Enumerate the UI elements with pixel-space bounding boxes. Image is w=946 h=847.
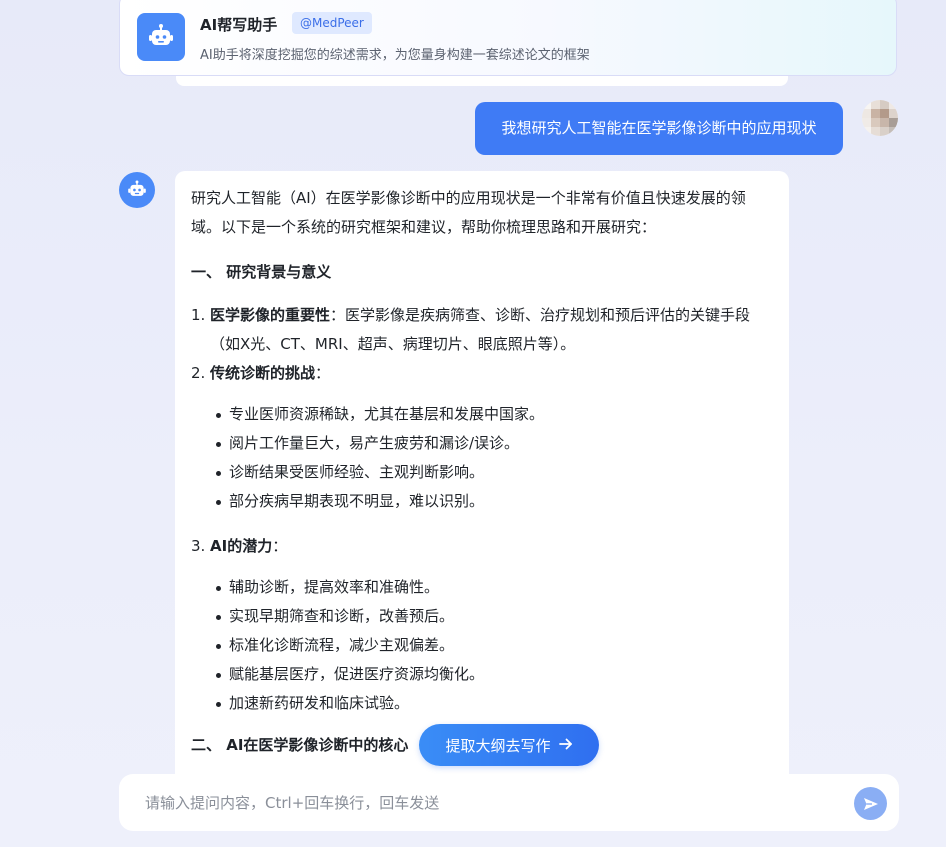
extract-outline-button[interactable]: 提取大纲去写作	[419, 724, 599, 766]
chat-input-bar	[119, 774, 899, 831]
item-title: 医学影像的重要性	[210, 306, 331, 324]
list-item: 标准化诊断流程，减少主观偏差。	[191, 631, 773, 660]
chat-page: AI帮写助手 @MedPeer AI助手将深度挖掘您的综述需求，为您量身构建一套…	[0, 0, 946, 847]
assistant-info-card: AI帮写助手 @MedPeer AI助手将深度挖掘您的综述需求，为您量身构建一套…	[119, 0, 897, 76]
bullet-list-potential: 辅助诊断，提高效率和准确性。 实现早期筛查和诊断，改善预后。 标准化诊断流程，减…	[191, 573, 773, 718]
list-item: 专业医师资源稀缺，尤其在基层和发展中国家。	[191, 400, 773, 429]
send-button[interactable]	[854, 787, 887, 820]
list-item: 实现早期筛查和诊断，改善预后。	[191, 602, 773, 631]
list-item: 阅片工作量巨大，易产生疲劳和漏诊/误诊。	[191, 429, 773, 458]
list-item: 辅助诊断，提高效率和准确性。	[191, 573, 773, 602]
item-number: 2.	[191, 364, 206, 382]
chat-input[interactable]	[143, 788, 827, 818]
item-text: ：	[272, 537, 288, 555]
numbered-item-2: 2. 传统诊断的挑战：	[191, 359, 773, 388]
bot-answer-card: 研究人工智能（AI）在医学影像诊断中的应用现状是一个非常有价值且快速发展的领域。…	[175, 171, 789, 811]
outline-button-label: 提取大纲去写作	[445, 736, 551, 755]
bot-avatar-icon	[119, 172, 155, 208]
arrow-right-icon	[558, 737, 573, 754]
section-heading-background: 一、 研究背景与意义	[191, 263, 332, 281]
numbered-item-3: 3. AI的潜力：	[191, 532, 773, 561]
bullet-list-challenges: 专业医师资源稀缺，尤其在基层和发展中国家。 阅片工作量巨大，易产生疲劳和漏诊/误…	[191, 400, 773, 516]
item-number: 1.	[191, 306, 206, 324]
user-avatar[interactable]	[862, 100, 898, 136]
send-icon	[863, 797, 878, 810]
answer-intro: 研究人工智能（AI）在医学影像诊断中的应用现状是一个非常有价值且快速发展的领域。…	[191, 189, 746, 236]
assistant-title: AI帮写助手	[200, 16, 278, 34]
list-item: 诊断结果受医师经验、主观判断影响。	[191, 458, 773, 487]
item-text: ：	[315, 364, 331, 382]
item-title: 传统诊断的挑战	[210, 364, 316, 382]
assistant-badge: @MedPeer	[292, 12, 372, 34]
numbered-item-1: 1. 医学影像的重要性：医学影像是疾病筛查、诊断、治疗规划和预后评估的关键手段（…	[191, 301, 773, 359]
user-message-bubble: 我想研究人工智能在医学影像诊断中的应用现状	[475, 102, 843, 155]
list-item: 加速新药研发和临床试验。	[191, 689, 773, 718]
list-item: 部分疾病早期表现不明显，难以识别。	[191, 487, 773, 516]
item-title: AI的潜力	[210, 537, 273, 555]
item-number: 3.	[191, 537, 206, 555]
robot-icon	[137, 13, 185, 61]
list-item: 赋能基层医疗，促进医疗资源均衡化。	[191, 660, 773, 689]
assistant-description: AI助手将深度挖掘您的综述需求，为您量身构建一套综述论文的框架	[200, 48, 590, 63]
